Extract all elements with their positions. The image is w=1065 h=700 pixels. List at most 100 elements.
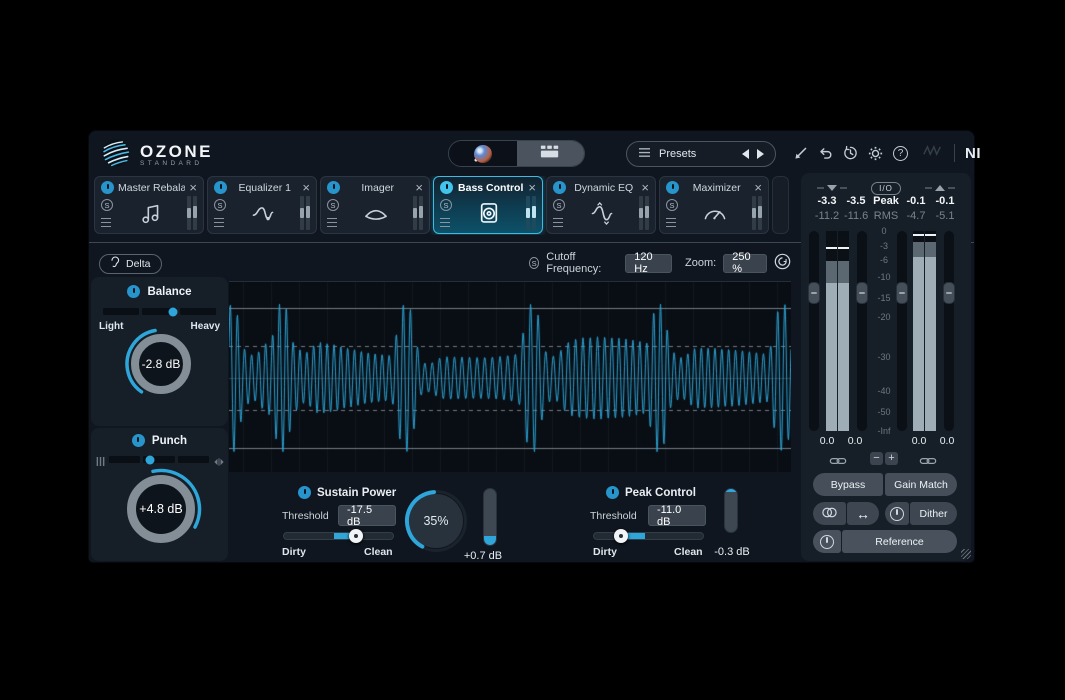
peak-threshold-box[interactable]: -11.0 dB bbox=[648, 505, 706, 526]
help-icon[interactable]: ? bbox=[889, 142, 912, 164]
punch-power-icon[interactable] bbox=[132, 434, 145, 447]
sustain-dirty-clean-slider[interactable] bbox=[283, 532, 394, 540]
solo-icon[interactable]: S bbox=[101, 199, 113, 211]
reference-power-button[interactable] bbox=[813, 530, 841, 553]
input-gain-down-icon[interactable] bbox=[817, 185, 847, 191]
stereo-mode-button[interactable] bbox=[813, 502, 846, 525]
output-gain-up-icon[interactable] bbox=[925, 185, 955, 191]
menu-icon[interactable] bbox=[666, 218, 678, 228]
balance-power-icon[interactable] bbox=[127, 285, 140, 298]
fader-handle[interactable] bbox=[808, 282, 820, 304]
gain-match-button[interactable]: Gain Match bbox=[885, 473, 957, 496]
solo-cutoff-icon[interactable]: S bbox=[529, 257, 539, 269]
module-tab-imager[interactable]: Imager × S bbox=[320, 176, 430, 234]
output-fader-left[interactable] bbox=[897, 231, 907, 431]
peak-power-icon[interactable] bbox=[606, 486, 619, 499]
module-meter bbox=[526, 198, 536, 228]
settings-gear-icon[interactable] bbox=[864, 142, 887, 164]
peak-dirty-clean-slider[interactable] bbox=[593, 532, 704, 540]
reference-button[interactable]: Reference bbox=[842, 530, 957, 553]
fader-handle[interactable] bbox=[856, 282, 868, 304]
output-link-icon[interactable] bbox=[919, 453, 937, 471]
close-icon[interactable]: × bbox=[415, 183, 423, 193]
input-fader-left[interactable] bbox=[809, 231, 819, 431]
fader-handle[interactable] bbox=[943, 282, 955, 304]
module-power-icon[interactable] bbox=[101, 181, 114, 194]
module-tab-maximizer[interactable]: Maximizer × S bbox=[659, 176, 769, 234]
cutoff-value-box[interactable]: 120 Hz bbox=[625, 254, 672, 273]
punch-slider-dot[interactable] bbox=[146, 455, 155, 464]
sustain-amount-knob[interactable]: 35% bbox=[404, 489, 468, 553]
module-power-icon[interactable] bbox=[440, 181, 453, 194]
io-button[interactable]: I/O bbox=[871, 182, 901, 195]
scale-zoom-out-button[interactable]: − bbox=[870, 452, 883, 465]
module-power-icon[interactable] bbox=[214, 181, 227, 194]
reset-zoom-icon[interactable] bbox=[774, 253, 791, 273]
preset-prev-button[interactable] bbox=[742, 149, 749, 159]
close-icon[interactable]: × bbox=[189, 183, 197, 193]
close-icon[interactable]: × bbox=[528, 183, 536, 193]
scale-tick: -10 bbox=[871, 272, 897, 282]
module-tab-master-rebalance[interactable]: Master Rebalance × S bbox=[94, 176, 204, 234]
punch-slider[interactable] bbox=[109, 456, 209, 463]
meter-zone: 0-3-6-10-15-20-30-40-50-Inf bbox=[801, 231, 971, 431]
menu-icon[interactable] bbox=[327, 218, 339, 228]
zoom-value-box[interactable]: 250 % bbox=[723, 254, 767, 273]
module-tab-label: Dynamic EQ bbox=[570, 182, 637, 194]
module-tab-dynamic-eq[interactable]: Dynamic EQ × S bbox=[546, 176, 656, 234]
edit-pencil-icon[interactable] bbox=[789, 142, 812, 164]
menu-icon[interactable] bbox=[440, 218, 452, 228]
balance-min-label: Light bbox=[99, 321, 123, 332]
sustain-slider-handle[interactable] bbox=[349, 529, 363, 543]
menu-icon[interactable] bbox=[553, 218, 565, 228]
width-mode-button[interactable]: ↔ bbox=[847, 502, 879, 525]
solo-icon[interactable]: S bbox=[327, 199, 339, 211]
punch-knob[interactable]: +4.8 dB bbox=[117, 465, 205, 553]
sustain-title: Sustain Power bbox=[317, 487, 396, 499]
solo-icon[interactable]: S bbox=[666, 199, 678, 211]
module-tab-equalizer-1[interactable]: Equalizer 1 × S bbox=[207, 176, 317, 234]
input-gain-left: 0.0 bbox=[813, 435, 841, 447]
delta-button[interactable]: Delta bbox=[99, 254, 162, 274]
close-icon[interactable]: × bbox=[641, 183, 649, 193]
input-link-icon[interactable] bbox=[829, 453, 847, 471]
equalizer-icon bbox=[226, 198, 300, 228]
bypass-button[interactable]: Bypass bbox=[813, 473, 883, 496]
module-tab-bass-control[interactable]: Bass Control × S bbox=[433, 176, 543, 234]
menu-icon[interactable] bbox=[214, 218, 226, 228]
resize-handle[interactable] bbox=[961, 549, 971, 559]
input-fader-right[interactable] bbox=[857, 231, 867, 431]
power-icon bbox=[890, 507, 904, 521]
sustain-power-icon[interactable] bbox=[298, 486, 311, 499]
punch-max-icon bbox=[214, 454, 224, 472]
presets-selector[interactable]: Presets bbox=[626, 141, 776, 167]
module-power-icon[interactable] bbox=[327, 181, 340, 194]
fader-handle[interactable] bbox=[896, 282, 908, 304]
module-tab-label: Bass Control bbox=[457, 182, 524, 194]
close-icon[interactable]: × bbox=[754, 183, 762, 193]
output-fader-right[interactable] bbox=[944, 231, 954, 431]
peak-slider-handle[interactable] bbox=[614, 529, 628, 543]
module-power-icon[interactable] bbox=[553, 181, 566, 194]
view-toggle[interactable] bbox=[448, 140, 585, 167]
module-power-icon[interactable] bbox=[666, 181, 679, 194]
history-icon[interactable] bbox=[839, 142, 862, 164]
undo-icon[interactable] bbox=[814, 142, 837, 164]
preset-next-button[interactable] bbox=[757, 149, 764, 159]
dither-power-button[interactable] bbox=[885, 502, 909, 525]
dither-button[interactable]: Dither bbox=[910, 502, 957, 525]
solo-icon[interactable]: S bbox=[440, 199, 452, 211]
solo-icon[interactable]: S bbox=[553, 199, 565, 211]
assistant-view-button[interactable] bbox=[449, 141, 517, 166]
module-tab-label: Equalizer 1 bbox=[231, 182, 298, 194]
sustain-threshold-box[interactable]: -17.5 dB bbox=[338, 505, 396, 526]
close-icon[interactable]: × bbox=[302, 183, 310, 193]
balance-slider-dot[interactable] bbox=[169, 307, 178, 316]
balance-knob[interactable]: -2.8 dB bbox=[122, 325, 200, 403]
balance-slider[interactable] bbox=[103, 308, 216, 315]
detailed-view-button[interactable] bbox=[517, 141, 585, 166]
solo-icon[interactable]: S bbox=[214, 199, 226, 211]
module-tab-stub bbox=[772, 176, 789, 234]
menu-icon[interactable] bbox=[101, 218, 113, 228]
scale-zoom-in-button[interactable]: + bbox=[885, 452, 898, 465]
